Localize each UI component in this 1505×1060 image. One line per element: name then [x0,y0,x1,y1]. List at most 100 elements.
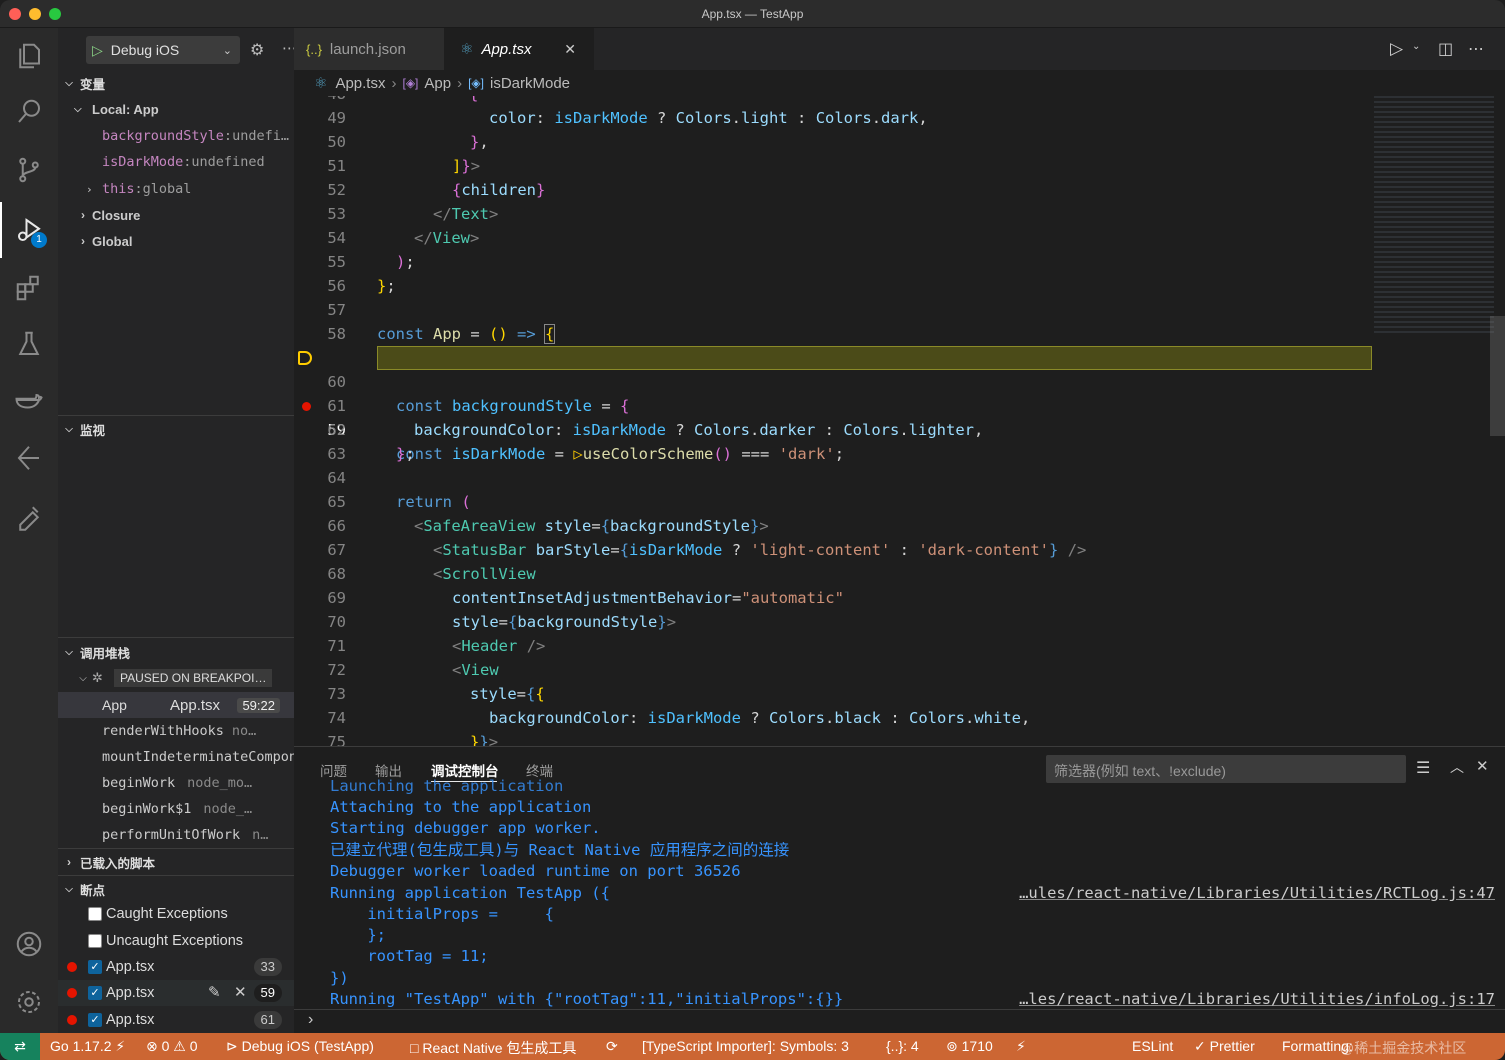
closure-scope[interactable]: › Closure [58,202,294,228]
split-editor-icon[interactable]: ◫ [1438,39,1453,59]
sync-icon[interactable]: ⟳ [606,1038,618,1055]
testing-icon[interactable] [13,328,45,360]
edit-breakpoint-icon[interactable]: ✎ [208,983,221,1001]
rn-tools-icon[interactable] [13,500,45,532]
callstack-section[interactable]: ⌵ 调用堆栈 [58,640,294,664]
variables-section[interactable]: ⌵ 变量 [58,71,294,95]
remote-icon[interactable]: ⇄ [0,1033,40,1060]
code-view[interactable]: 48{ 49color: isDarkMode ? Colors.light :… [294,96,1505,746]
problems-count[interactable]: ⊗ 0 ⚠ 0 [146,1038,198,1055]
breadcrumb-file[interactable]: App.tsx [335,75,385,92]
remove-breakpoint-icon[interactable]: ✕ [234,983,247,1001]
loaded-scripts-section[interactable]: › 已载入的脚本 [58,850,294,874]
clear-console-icon[interactable]: ☰ [1416,758,1430,778]
stack-frame[interactable]: renderWithHooks no… [58,718,294,744]
checkbox-checked[interactable]: ✓ [88,986,102,1000]
variable-row[interactable]: › this: global [58,176,294,202]
breakpoints-section[interactable]: ⌵ 断点 [58,877,294,901]
chevron-down-icon[interactable]: ⌄ [223,44,232,57]
frame-function: beginWork [102,775,176,791]
chevron-down-icon: ⌵ [74,103,82,115]
git-graph-icon[interactable] [13,442,45,474]
eslint-status[interactable]: ESLint [1132,1038,1173,1054]
prettier-status[interactable]: ✓ Prettier [1194,1038,1255,1055]
console-source-link[interactable]: …ules/react-native/Libraries/Utilities/R… [1019,882,1495,904]
divider [294,1009,1505,1010]
source-control-icon[interactable] [13,154,45,186]
line-number: 58 [327,325,346,343]
debug-badge: 1 [31,232,47,248]
extensions-icon[interactable] [13,272,45,304]
console-line: Running application TestApp ({ [330,884,610,902]
stack-frame[interactable]: beginWork$1 node_… [58,796,294,822]
go-version[interactable]: Go 1.17.2 ⚡ [50,1038,125,1055]
line-number: 67 [327,541,346,559]
line-number: 55 [327,253,346,271]
line-number: 64 [327,469,346,487]
tab-label: App.tsx [481,40,532,58]
status-bar: ⇄ Go 1.17.2 ⚡ ⊗ 0 ⚠ 0 ⊳ Debug iOS (TestA… [0,1033,1505,1060]
checkbox-checked[interactable]: ✓ [88,960,102,974]
search-icon[interactable] [13,96,45,128]
checkbox-unchecked[interactable] [88,934,102,948]
debug-session[interactable]: ⊳ Debug iOS (TestApp) [226,1038,374,1055]
tab-launch-json[interactable]: {..} launch.json [294,28,444,70]
chevron-down-icon: ⌵ [65,77,73,89]
line-number: 62 [327,421,346,439]
breadcrumb-symbol[interactable]: isDarkMode [490,75,570,92]
start-debug-icon[interactable]: ▷ [92,42,103,59]
run-debug-icon[interactable]: 1 [13,214,47,248]
tab-app-tsx[interactable]: ⚛ App.tsx ✕ [444,28,594,70]
account-icon[interactable] [13,928,45,960]
breakpoint-row[interactable]: ✓ App.tsx ✎ ✕ 59 [58,980,294,1006]
console-output[interactable]: Launching the application Attaching to t… [294,777,1505,1007]
global-scope[interactable]: › Global [58,228,294,254]
settings-gear-icon[interactable] [13,986,45,1018]
maximize-panel-icon[interactable]: ︿ [1450,757,1464,777]
chevron-down-icon[interactable]: ⌄ [1412,41,1420,52]
line-number: 60 [327,373,346,391]
breakpoint-row[interactable]: ✓ App.tsx 61 [58,1007,294,1033]
breakpoint-row[interactable]: ✓ App.tsx 33 [58,954,294,980]
run-icon[interactable]: ▷ [1390,39,1403,59]
stack-frame[interactable]: beginWork node_mo… [58,770,294,796]
stack-frame[interactable]: App App.tsx 59:22 [58,692,294,718]
docker-icon[interactable] [13,384,45,416]
line-number: 53 [327,205,346,223]
watch-section[interactable]: ⌵ 监视 [58,417,294,441]
console-line: initialProps = { [330,905,554,923]
tab-bar: {..} launch.json ⚛ App.tsx ✕ ▷ ⌄ ◫ ⋯ [294,28,1505,70]
bp-label: App.tsx [106,985,155,1001]
stack-frame[interactable]: mountIndeterminateCompon [58,744,294,770]
line-number: 50 [327,133,346,151]
close-tab-icon[interactable]: ✕ [564,41,576,58]
console-input-prompt-icon[interactable]: › [308,1011,313,1029]
local-scope[interactable]: ⌵ Local: App [58,96,294,122]
var-name: this [102,181,135,197]
stack-frame[interactable]: performUnitOfWork n… [58,822,294,848]
variable-row[interactable]: isDarkMode: undefined [58,149,294,175]
bp-uncaught-exceptions[interactable]: Uncaught Exceptions [58,928,294,954]
bracket-count[interactable]: {..}: 4 [886,1038,919,1054]
rn-packager[interactable]: □ React Native 包生成工具 [410,1038,576,1058]
variable-row[interactable]: backgroundStyle: undefi… [58,123,294,149]
port-indicator[interactable]: ⊚ 1710 [946,1038,993,1055]
checkbox-unchecked[interactable] [88,907,102,921]
breadcrumb-symbol[interactable]: App [424,75,451,92]
title-bar: App.tsx — TestApp [0,0,1505,28]
thread-row[interactable]: ⌵ ✲ PAUSED ON BREAKPOI… [58,665,294,691]
close-panel-icon[interactable]: ✕ [1476,757,1489,775]
debug-config-select[interactable]: ▷ Debug iOS ⌄ [86,36,240,64]
bp-caught-exceptions[interactable]: Caught Exceptions [58,901,294,927]
explorer-icon[interactable] [13,40,45,72]
scrollbar-thumb[interactable] [1490,316,1505,436]
lightning-icon[interactable]: ⚡ [1016,1038,1026,1055]
console-source-link[interactable]: …les/react-native/Libraries/Utilities/in… [1019,988,1495,1007]
gear-icon[interactable]: ⚙ [250,40,264,60]
frame-file: App.tsx [170,696,221,714]
minimap[interactable] [1374,96,1494,336]
checkbox-checked[interactable]: ✓ [88,1013,102,1027]
ts-importer[interactable]: [TypeScript Importer]: Symbols: 3 [642,1038,849,1054]
more-actions-icon[interactable]: ⋯ [1468,39,1484,59]
frame-function: beginWork$1 [102,801,192,817]
